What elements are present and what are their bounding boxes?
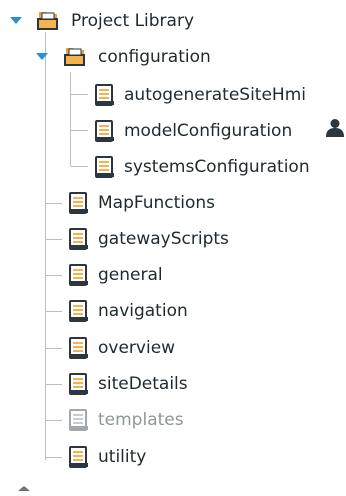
tree-node-mapfunctions[interactable]: MapFunctions bbox=[69, 188, 215, 218]
tree-node-general[interactable]: general bbox=[69, 260, 163, 290]
chevron-up-icon[interactable] bbox=[18, 476, 30, 491]
tree-node-autogeneratesitehmi[interactable]: autogenerateSiteHmi bbox=[95, 80, 306, 110]
tree-node-configuration[interactable]: configuration bbox=[33, 42, 211, 72]
tree-node-label: autogenerateSiteHmi bbox=[124, 85, 306, 105]
script-icon bbox=[69, 228, 89, 250]
tree-node-project-library[interactable]: Project Library bbox=[8, 6, 194, 36]
tree-node-gatewayscripts[interactable]: gatewayScripts bbox=[69, 224, 229, 254]
script-icon bbox=[69, 264, 89, 286]
script-icon bbox=[69, 192, 89, 214]
script-icon bbox=[95, 120, 115, 142]
script-icon bbox=[95, 156, 115, 178]
script-icon bbox=[69, 446, 89, 468]
tree-node-label: navigation bbox=[98, 301, 188, 321]
tree-node-systemsconfiguration[interactable]: systemsConfiguration bbox=[95, 152, 310, 182]
script-icon bbox=[69, 337, 89, 359]
tree-node-label: gatewayScripts bbox=[98, 229, 229, 249]
tree-node-label: Project Library bbox=[71, 11, 195, 31]
script-icon bbox=[95, 84, 115, 106]
tree-node-utility[interactable]: utility bbox=[69, 442, 146, 472]
script-icon bbox=[69, 300, 89, 322]
tree-node-label: siteDetails bbox=[98, 374, 188, 394]
tree-node-label: utility bbox=[98, 447, 147, 467]
chevron-down-icon[interactable] bbox=[36, 42, 50, 72]
tree-node-label: overview bbox=[98, 338, 176, 358]
tree-node-modelconfiguration[interactable]: modelConfiguration bbox=[95, 116, 292, 146]
tree-node-label: templates bbox=[98, 410, 184, 430]
tree-node-label: general bbox=[98, 265, 163, 285]
folder-open-icon bbox=[63, 46, 89, 68]
tree-node-navigation[interactable]: navigation bbox=[69, 296, 188, 326]
tree-node-templates[interactable]: templates bbox=[69, 405, 184, 435]
chevron-down-icon[interactable] bbox=[10, 6, 24, 36]
user-icon bbox=[326, 118, 344, 138]
script-icon bbox=[69, 409, 89, 431]
tree-node-label: MapFunctions bbox=[98, 193, 216, 213]
tree-node-label: configuration bbox=[98, 47, 211, 67]
tree-node-label: modelConfiguration bbox=[124, 121, 293, 141]
tree-node-overview[interactable]: overview bbox=[69, 333, 175, 363]
tree-node-sitedetails[interactable]: siteDetails bbox=[69, 369, 188, 399]
tree-node-label: systemsConfiguration bbox=[124, 157, 310, 177]
folder-open-icon bbox=[36, 10, 62, 32]
script-icon bbox=[69, 373, 89, 395]
